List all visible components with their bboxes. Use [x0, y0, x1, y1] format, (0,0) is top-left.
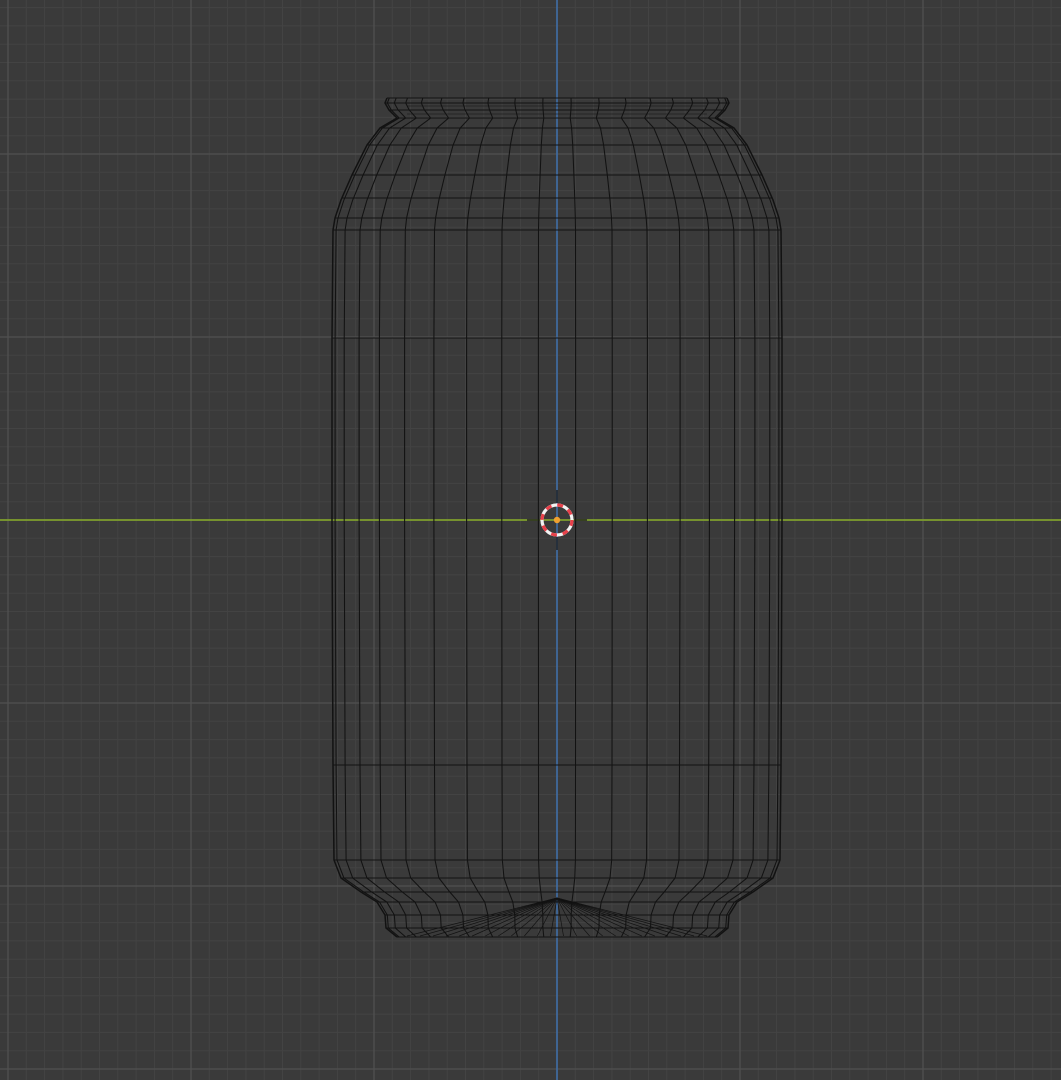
3d-viewport[interactable]: [0, 0, 1061, 1080]
viewport-background: [0, 0, 1061, 1080]
object-origin-icon: [553, 516, 561, 524]
viewport-canvas[interactable]: [0, 0, 1061, 1080]
